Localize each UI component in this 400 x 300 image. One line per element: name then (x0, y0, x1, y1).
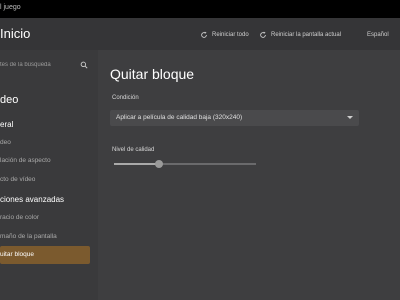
sidebar-item-screen-size[interactable]: maño de la pantalla (0, 233, 57, 240)
sidebar-item-color-space[interactable]: racio de color (0, 214, 39, 221)
header-bar: Inicio Reiniciar todo Reiniciar la panta… (0, 18, 400, 50)
sidebar-item-aspect-ratio[interactable]: lación de aspecto (0, 157, 51, 164)
search-box (0, 58, 96, 72)
reset-all-label: Reiniciar todo (212, 32, 249, 38)
quality-slider[interactable] (114, 158, 256, 170)
title-bar: l juego (0, 0, 400, 18)
reset-screen-button[interactable]: Reiniciar la pantalla actual (259, 30, 341, 40)
sidebar-group-general: eral (0, 120, 14, 129)
slider-thumb[interactable] (155, 160, 163, 168)
home-button[interactable]: Inicio (0, 26, 30, 41)
condition-label: Condición (112, 95, 139, 101)
language-button[interactable]: Español (367, 30, 389, 40)
quality-label: Nivel de calidad (112, 147, 155, 153)
sidebar-group-advanced: ciones avanzadas (0, 195, 65, 204)
rotate-icon (201, 31, 207, 38)
reset-screen-label: Reiniciar la pantalla actual (271, 32, 342, 38)
main-panel: Quitar bloque Condición Aplicar a pelícu… (98, 50, 400, 300)
slider-fill (114, 163, 159, 165)
reset-all-button[interactable]: Reiniciar todo (200, 30, 249, 40)
sidebar-section-video: deo (0, 94, 19, 106)
sidebar-item-video[interactable]: deo (0, 139, 11, 146)
page-title: Quitar bloque (110, 66, 195, 82)
sidebar-item-label: uitar bloque (0, 251, 34, 258)
condition-value: Aplicar a película de calidad baja (320x… (116, 114, 243, 121)
window-title: l juego (0, 4, 21, 11)
search-icon[interactable] (80, 61, 88, 69)
chevron-down-icon (347, 116, 353, 119)
sidebar: deo eral deo lación de aspecto cto de ví… (0, 50, 98, 300)
rotate-icon (260, 31, 266, 38)
language-label: Español (367, 32, 389, 38)
condition-dropdown[interactable]: Aplicar a película de calidad baja (320x… (110, 110, 359, 126)
sidebar-item-remove-block[interactable]: uitar bloque (0, 246, 90, 264)
sidebar-item-video-effect[interactable]: cto de vídeo (0, 176, 35, 183)
search-input[interactable] (0, 58, 82, 72)
